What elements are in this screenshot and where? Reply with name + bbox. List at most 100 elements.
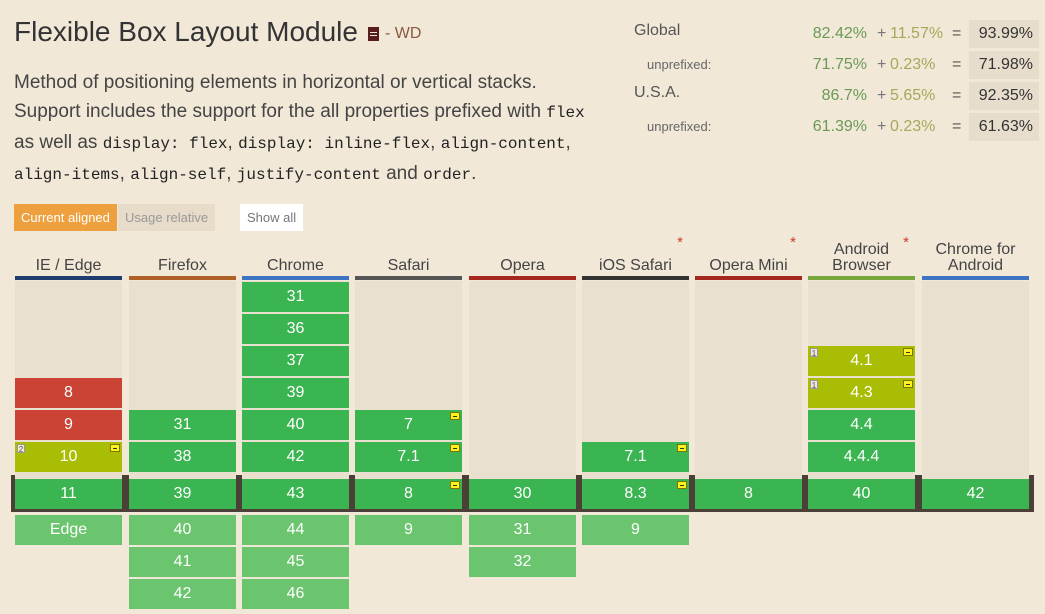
version-cell[interactable]: 7 [355,410,462,440]
browser-name: Opera [469,232,576,276]
code-term: align-items [14,166,120,184]
version-cell[interactable]: 8.3 [582,479,689,509]
description-text: . [471,163,477,184]
browser-column: Firefox [129,232,236,505]
version-cell[interactable]: 41 [129,547,236,577]
browser-name-line: Android [947,257,1004,274]
usage-relative-button[interactable]: Usage relative [118,204,216,231]
version-cell[interactable]: 39 [242,378,349,408]
version-label: 8 [64,384,73,401]
version-cell[interactable]: 4.3 1 [808,378,915,408]
stat-row: Global 82.42% +11.57% = 93.99% [634,20,1039,51]
version-label: 31 [513,521,532,538]
version-cell[interactable]: 45 [242,547,349,577]
browser-column: Opera Mini * [695,232,802,505]
prefix-icon [450,481,460,489]
version-cell[interactable]: 4.1 1 [808,346,915,376]
version-cell[interactable]: 42 [922,479,1029,509]
version-cell[interactable]: 40 [129,515,236,545]
browser-color-bar [808,276,915,280]
current-aligned-button[interactable]: Current aligned [14,204,117,231]
version-label: 31 [173,416,192,433]
version-cell[interactable]: 9 [582,515,689,545]
version-label: 8.3 [624,485,647,502]
version-cell[interactable]: 31 [129,410,236,440]
version-cell[interactable]: 9 [355,515,462,545]
show-all-button[interactable]: Show all [240,204,304,231]
version-cell[interactable]: 11 [15,479,122,509]
spec-status[interactable]: - WD [385,25,421,43]
prefix-icon [903,380,913,388]
usage-stats: Global 82.42% +11.57% = 93.99% unprefixed: 71.… [634,20,1039,144]
version-label: 9 [404,521,413,538]
version-label: 7.1 [397,448,420,465]
version-cell[interactable]: 31 [469,515,576,545]
version-cell[interactable]: 42 [129,579,236,609]
browser-name-text: Opera [500,258,544,274]
browser-color-bar [469,276,576,280]
version-cell[interactable]: 9 [15,410,122,440]
stat-plus: + [877,25,887,42]
version-label: 39 [173,485,192,502]
version-label: Edge [49,521,88,538]
browser-name-text: Android Browser [832,242,891,274]
version-cell[interactable]: 38 [129,442,236,472]
stat-label: U.S.A. [634,84,681,101]
stat-total: 92.35% [969,82,1039,110]
description-text: , [119,163,131,184]
description-text: , [430,132,441,153]
stat-full-support: 61.39% [812,118,867,135]
stat-partial-support: 0.23% [890,56,936,73]
asterisk-icon: * [677,234,683,251]
browser-color-bar [242,276,349,280]
prefix-icon [110,444,120,452]
browser-name-line: Safari [387,257,430,274]
description-text: , [565,132,571,153]
version-cell[interactable]: 8 [695,479,802,509]
version-cell[interactable]: 36 [242,314,349,344]
version-cell[interactable]: 4.4 [808,410,915,440]
version-cell[interactable]: 32 [469,547,576,577]
version-cell[interactable]: 10 2 [15,442,122,472]
browser-name-line: Chrome for [935,241,1016,258]
version-cell[interactable]: 7.1 [582,442,689,472]
asterisk-icon: * [903,234,909,251]
version-cell[interactable]: 4.4.4 [808,442,915,472]
version-cell[interactable]: 42 [242,442,349,472]
browser-column: Opera [469,232,576,505]
description-text: Method of positioning elements in horizo… [14,72,547,122]
version-label: 42 [173,585,192,602]
version-cell[interactable]: 31 [242,282,349,312]
version-cell[interactable]: 8 [15,378,122,408]
version-column-background [922,281,1029,505]
stat-row: unprefixed: 71.75% +0.23% = 71.98% [634,51,1039,82]
version-cell[interactable]: 7.1 [355,442,462,472]
stat-full-support: 71.75% [812,56,867,73]
version-label: 37 [286,352,305,369]
description-text: as well as [14,132,103,153]
version-cell[interactable]: 39 [129,479,236,509]
browser-name-line: Opera [500,257,545,274]
version-cell[interactable]: 44 [242,515,349,545]
code-term: align-self [130,166,227,184]
browser-name-line: Firefox [158,257,207,274]
version-cell[interactable]: 8 [355,479,462,509]
version-cell[interactable]: 43 [242,479,349,509]
version-cell[interactable]: 46 [242,579,349,609]
stat-total: 93.99% [969,20,1039,48]
browser-column: Android Browser * [808,232,915,505]
version-cell[interactable]: 30 [469,479,576,509]
stat-equals: = [952,118,962,135]
document-icon[interactable] [367,27,379,41]
stat-equals: = [952,56,962,73]
version-label: 40 [286,416,305,433]
version-cell[interactable]: Edge [15,515,122,545]
version-cell[interactable]: 40 [242,410,349,440]
browser-name-line: iOS Safari [599,257,672,274]
stat-total: 61.63% [969,113,1039,141]
browser-color-bar [582,276,689,280]
version-cell[interactable]: 37 [242,346,349,376]
version-cell[interactable]: 40 [808,479,915,509]
browser-name: Firefox [129,232,236,276]
version-label: 4.1 [850,352,873,369]
